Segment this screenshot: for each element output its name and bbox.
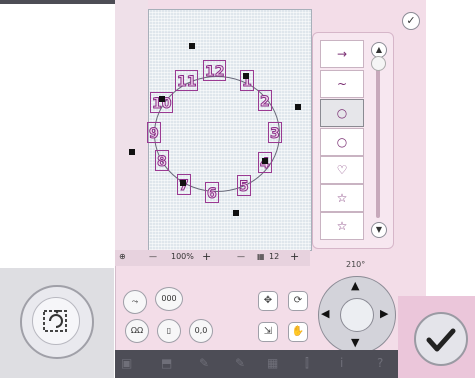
multi-stitch-button[interactable]: ΩΩ [125,319,149,343]
clock-digit-11[interactable]: 11 [175,70,199,91]
rotate-button[interactable]: ⟳ [288,291,308,311]
move-button[interactable]: ✥ [258,291,278,311]
arrow-left-icon[interactable]: ◀ [321,307,329,320]
taskbar: ▣ ⬒ ✎ ✎ ▦ ⫿ i ? [115,350,425,378]
selection-handle[interactable] [180,180,186,186]
clock-digit-9[interactable]: 9 [147,122,161,143]
stitch-icon: ▦ [257,252,265,261]
clock-digit-12[interactable]: 12 [203,60,227,81]
clock-digit-2[interactable]: 2 [258,90,272,111]
clock-digit-8[interactable]: 8 [155,150,169,171]
selection-handle[interactable] [159,96,165,102]
selection-handle[interactable] [233,210,239,216]
scroll-thumb[interactable] [371,56,386,71]
selection-handle[interactable] [189,43,195,49]
zoom-icon[interactable]: ⊕ [119,252,126,261]
taskbar-item[interactable]: ⬒ [161,356,172,370]
taskbar-item[interactable]: ✎ [199,356,209,370]
clock-digit-6[interactable]: 6 [205,182,219,203]
canvas-frame [115,0,148,250]
single-stitch-button[interactable]: ▯ [157,319,181,343]
arrow-right-icon[interactable]: ▶ [380,307,388,320]
rotate-zoom-icon [32,297,80,345]
zoom-in-button[interactable]: + [202,250,211,263]
info-icon[interactable]: i [340,356,343,370]
zoom-value: 100% [171,252,194,261]
taskbar-item[interactable]: ▦ [267,356,278,370]
stitch-type-button[interactable]: ⤳ [123,290,147,314]
scroll-down-button[interactable]: ▼ [371,222,387,238]
stitch-item[interactable]: ☆ [320,184,364,212]
clock-digit-5[interactable]: 5 [237,175,251,196]
selection-handle[interactable] [295,104,301,110]
scroll-track[interactable] [376,48,380,218]
zoom-out-button[interactable]: — [149,252,157,261]
stitch-item[interactable]: ~ [320,70,364,98]
stitch-item-selected[interactable]: ○ [320,99,364,127]
taskbar-item[interactable]: ✎ [235,356,245,370]
stitch-value: 12 [269,252,280,261]
stitch-item[interactable]: ○ [320,128,364,156]
stitch-item[interactable]: ☆ [320,212,364,240]
arrow-up-icon[interactable]: ▲ [351,279,359,292]
selection-handle[interactable] [129,149,135,155]
help-icon[interactable]: ? [377,356,383,370]
clock-digit-3[interactable]: 3 [268,122,282,143]
selection-handle[interactable] [243,73,249,79]
zoom-bar: ⊕ — 100% + — ▦ 12 + [115,250,310,266]
pan-button[interactable]: ✋ [288,322,308,342]
rotation-label: 210° [346,260,366,269]
stitch-minus-button[interactable]: — [237,252,245,261]
stitch-item[interactable]: ♡ [320,156,364,184]
dpad-center-button[interactable] [340,298,374,332]
taskbar-item[interactable]: ▣ [121,356,132,370]
confirm-button[interactable] [414,312,468,366]
stitch-plus-button[interactable]: + [290,250,299,263]
stitch-item[interactable]: → [320,40,364,68]
arrow-down-icon[interactable]: ▼ [351,336,359,349]
pattern-button[interactable]: 0,0 [189,319,213,343]
resize-button[interactable]: ⇲ [258,322,278,342]
sequence-button[interactable]: 000 [155,287,183,311]
taskbar-item[interactable]: ⫿ [305,356,309,371]
confirm-top-button[interactable]: ✓ [402,12,420,30]
selection-handle[interactable] [262,158,268,164]
